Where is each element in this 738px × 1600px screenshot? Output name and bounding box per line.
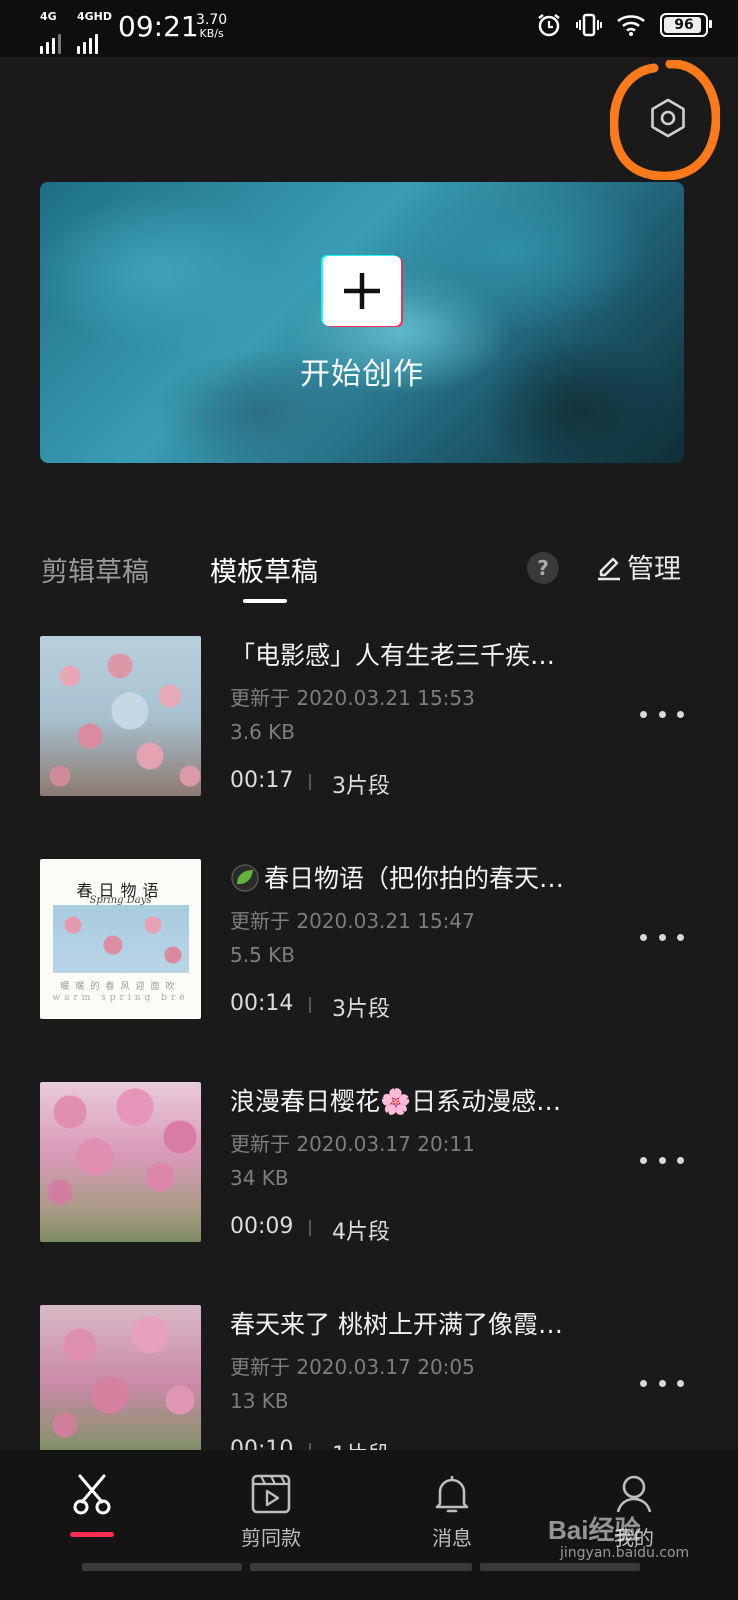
draft-size: 13 KB bbox=[230, 1389, 289, 1413]
draft-tabs: 剪辑草稿 模板草稿 ? 管理 bbox=[0, 540, 738, 610]
nav-messages-label: 消息 bbox=[432, 1526, 472, 1550]
help-button[interactable]: ? bbox=[527, 552, 559, 584]
divider bbox=[309, 774, 311, 790]
draft-updated: 更新于 2020.03.21 15:47 bbox=[230, 909, 475, 933]
more-options-icon[interactable] bbox=[640, 923, 684, 951]
more-options-icon[interactable] bbox=[640, 1146, 684, 1174]
signal-icon: 4G bbox=[40, 10, 61, 54]
nav-templates-label: 剪同款 bbox=[241, 1526, 301, 1550]
draft-duration: 00:09 bbox=[230, 1214, 294, 1239]
bottom-navigation: 剪同款 消息 我的 Bai经验 jingyan.baidu.com bbox=[0, 1450, 738, 1600]
draft-updated: 更新于 2020.03.17 20:05 bbox=[230, 1355, 475, 1379]
tab-edit-drafts[interactable]: 剪辑草稿 bbox=[41, 550, 149, 589]
manage-button[interactable]: 管理 bbox=[595, 547, 681, 586]
gesture-bar bbox=[250, 1563, 472, 1571]
draft-segments: 3片段 bbox=[332, 774, 390, 799]
list-item[interactable]: 春日物语 Spring Days 暖暖的春风迎面吹 warm spring br… bbox=[0, 835, 738, 1058]
settings-icon[interactable] bbox=[648, 98, 688, 138]
nav-templates[interactable]: 剪同款 bbox=[221, 1472, 321, 1551]
draft-size: 34 KB bbox=[230, 1166, 289, 1190]
nav-messages[interactable]: 消息 bbox=[402, 1472, 502, 1551]
watermark-url: jingyan.baidu.com bbox=[560, 1545, 690, 1561]
alarm-icon bbox=[538, 14, 560, 37]
film-template-icon bbox=[251, 1474, 291, 1514]
list-item[interactable]: 春天来了 桃树上开满了像霞… 更新于 2020.03.17 20:05 13 K… bbox=[0, 1281, 738, 1450]
speed-value: 3.70 bbox=[196, 12, 228, 28]
list-item[interactable]: 「电影感」人有生老三千疾… 更新于 2020.03.21 15:53 3.6 K… bbox=[0, 612, 738, 835]
divider bbox=[309, 997, 311, 1013]
signal-icon: 4GHD bbox=[77, 10, 112, 54]
start-creating-label: 开始创作 bbox=[300, 357, 424, 392]
battery-indicator: 96 bbox=[660, 13, 712, 37]
settings-area bbox=[610, 60, 720, 180]
draft-title: 浪漫春日樱花🌸日系动漫感… bbox=[230, 1087, 562, 1116]
draft-thumbnail bbox=[40, 1082, 201, 1242]
start-creating-banner[interactable]: 开始创作 bbox=[40, 182, 684, 463]
list-item[interactable]: 浪漫春日樱花🌸日系动漫感… 更新于 2020.03.17 20:11 34 KB… bbox=[0, 1058, 738, 1281]
draft-thumbnail: 春日物语 Spring Days 暖暖的春风迎面吹 warm spring br… bbox=[40, 859, 201, 1019]
network-type-label: 4G bbox=[40, 10, 57, 23]
divider bbox=[309, 1443, 311, 1450]
active-nav-indicator bbox=[70, 1532, 114, 1537]
draft-title: 春日物语（把你拍的春天… bbox=[264, 864, 565, 893]
battery-level: 96 bbox=[674, 17, 694, 33]
new-project-button[interactable] bbox=[321, 255, 403, 327]
scissors-icon bbox=[73, 1474, 111, 1515]
thumbnail-photo bbox=[53, 905, 189, 973]
tab-template-drafts[interactable]: 模板草稿 bbox=[210, 550, 318, 589]
bell-icon bbox=[435, 1476, 469, 1513]
draft-duration: 00:17 bbox=[230, 768, 294, 793]
more-options-icon[interactable] bbox=[640, 1369, 684, 1397]
draft-size: 5.5 KB bbox=[230, 943, 295, 967]
manage-label: 管理 bbox=[627, 554, 681, 585]
draft-segments: 1片段 bbox=[332, 1437, 390, 1450]
draft-thumbnail bbox=[40, 1305, 201, 1450]
thumbnail-caption-en: warm spring bre bbox=[52, 993, 189, 1003]
draft-thumbnail bbox=[40, 636, 201, 796]
draft-size: 3.6 KB bbox=[230, 720, 295, 744]
leaf-icon bbox=[231, 864, 259, 892]
edit-icon bbox=[598, 557, 620, 580]
draft-list: 「电影感」人有生老三千疾… 更新于 2020.03.21 15:53 3.6 K… bbox=[0, 612, 738, 1450]
active-tab-indicator bbox=[243, 599, 287, 603]
draft-title: 春天来了 桃树上开满了像霞… bbox=[230, 1310, 563, 1339]
draft-updated: 更新于 2020.03.21 15:53 bbox=[230, 686, 475, 710]
draft-duration: 00:10 bbox=[230, 1437, 294, 1450]
draft-segments: 3片段 bbox=[332, 997, 390, 1022]
plus-icon bbox=[344, 273, 380, 309]
network-speed: 3.70 KB/s bbox=[196, 13, 227, 41]
vibrate-icon bbox=[576, 13, 602, 37]
clock: 09:21 bbox=[118, 10, 199, 43]
draft-segments: 4片段 bbox=[332, 1220, 390, 1245]
draft-updated: 更新于 2020.03.17 20:11 bbox=[230, 1132, 475, 1156]
network-type-label: 4GHD bbox=[77, 10, 113, 23]
gesture-bar bbox=[82, 1563, 242, 1571]
gesture-bar bbox=[480, 1563, 640, 1571]
thumbnail-caption: 暖暖的春风迎面吹 bbox=[60, 982, 181, 992]
wifi-icon bbox=[617, 15, 645, 36]
watermark-brand: Bai经验 bbox=[548, 1515, 641, 1545]
more-options-icon[interactable] bbox=[640, 700, 684, 728]
status-bar: 4G 4GHD 09:21 3.70 KB/s 96 bbox=[0, 0, 738, 57]
nav-edit[interactable] bbox=[42, 1472, 142, 1522]
divider bbox=[309, 1220, 311, 1236]
draft-duration: 00:14 bbox=[230, 991, 294, 1016]
draft-title: 「电影感」人有生老三千疾… bbox=[230, 641, 556, 670]
speed-unit: KB/s bbox=[199, 27, 224, 40]
